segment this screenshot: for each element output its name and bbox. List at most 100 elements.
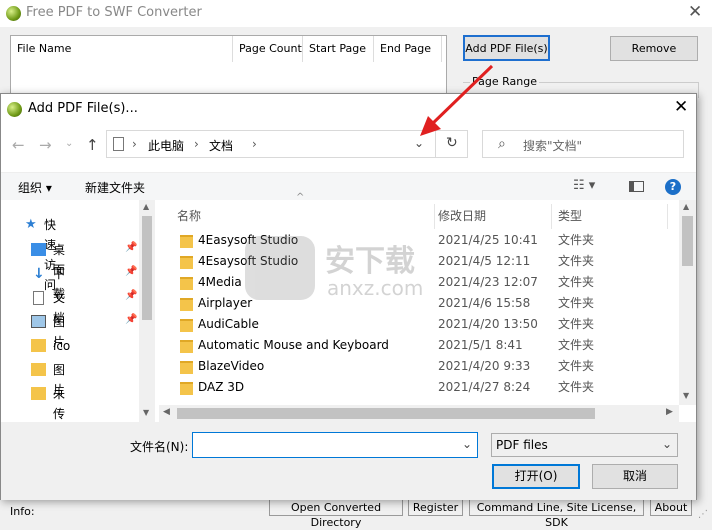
address-bar[interactable]: › 此电脑 › 文档 › ⌄ ↻ xyxy=(106,130,468,158)
file-type: 文件夹 xyxy=(558,380,595,394)
file-type: 文件夹 xyxy=(558,254,595,268)
scroll-down-icon[interactable]: ▼ xyxy=(683,391,689,400)
filename-input[interactable]: ⌄ xyxy=(192,432,478,458)
sort-asc-icon: ^ xyxy=(296,192,305,203)
breadcrumb-separator-icon: › xyxy=(132,137,137,151)
scroll-up-icon[interactable]: ▲ xyxy=(683,202,689,211)
filetype-select[interactable]: PDF files ⌄ xyxy=(491,433,678,457)
folder-icon xyxy=(31,387,46,400)
add-pdf-files-button[interactable]: Add PDF File(s) xyxy=(463,35,550,61)
col-page-count[interactable]: Page Count xyxy=(233,36,303,62)
search-box[interactable]: ⌕ 搜索"文档" xyxy=(482,130,684,158)
nav-upload-folder-label: 未传 xyxy=(53,387,66,421)
vertical-scrollbar[interactable]: ▲ ▼ xyxy=(679,200,696,405)
horizontal-scrollbar[interactable]: ◀ ▶ xyxy=(159,405,679,422)
register-button[interactable]: Register xyxy=(408,499,463,516)
watermark-shield-icon xyxy=(245,236,315,300)
filename-dropdown-chevron-icon[interactable]: ⌄ xyxy=(462,437,472,451)
about-button[interactable]: About xyxy=(650,499,692,516)
dialog-close-icon[interactable]: ✕ xyxy=(674,97,688,117)
folder-icon xyxy=(180,277,193,290)
file-date: 2021/5/1 8:41 xyxy=(438,338,523,352)
horizontal-scroll-thumb[interactable] xyxy=(177,408,595,419)
file-date: 2021/4/27 8:24 xyxy=(438,380,531,394)
picture-icon xyxy=(31,315,46,328)
file-type: 文件夹 xyxy=(558,233,595,247)
folder-icon xyxy=(180,319,193,332)
open-converted-directory-button[interactable]: Open Converted Directory xyxy=(269,499,403,529)
file-date: 2021/4/20 13:50 xyxy=(438,317,538,331)
filetype-dropdown-chevron-icon: ⌄ xyxy=(662,437,673,451)
new-folder-button[interactable]: 新建文件夹 xyxy=(85,179,145,196)
col-date-modified[interactable]: 修改日期 xyxy=(438,204,552,229)
pin-icon[interactable]: 📌 xyxy=(125,290,137,301)
file-name: AudiCable xyxy=(198,317,259,331)
watermark-logo: 安下载 anxz.com xyxy=(245,236,485,306)
navigation-pane[interactable]: ★ 快速访问 桌面 ↓ 下载 文档 图片 ico 图片 未传 📌 📌 📌 📌 xyxy=(1,200,155,422)
main-close-icon[interactable]: ✕ xyxy=(688,2,702,22)
table-row[interactable]: BlazeVideo 2021/4/20 9:33 文件夹 xyxy=(159,356,679,377)
help-icon[interactable]: ? xyxy=(665,179,681,195)
col-file-name[interactable]: File Name xyxy=(11,36,233,62)
organize-menu[interactable]: 组织 ▾ xyxy=(18,179,52,196)
command-line-button[interactable]: Command Line, Site License, SDK xyxy=(469,499,644,529)
scroll-right-icon[interactable]: ▶ xyxy=(666,407,673,417)
app-logo-icon xyxy=(6,6,21,21)
folder-icon xyxy=(31,363,46,376)
document-icon xyxy=(113,137,124,151)
dialog-logo-icon xyxy=(7,102,22,117)
file-type: 文件夹 xyxy=(558,338,595,352)
breadcrumb-documents[interactable]: 文档 xyxy=(209,137,233,154)
file-name: DAZ 3D xyxy=(198,380,245,394)
download-arrow-icon: ↓ xyxy=(33,266,45,282)
star-icon: ★ xyxy=(25,217,37,232)
folder-icon xyxy=(180,256,193,269)
remove-button[interactable]: Remove xyxy=(610,36,698,61)
recent-chevron-icon[interactable]: ⌄ xyxy=(65,138,73,149)
preview-pane-icon[interactable] xyxy=(629,181,644,192)
table-row[interactable]: Automatic Mouse and Keyboard 2021/5/1 8:4… xyxy=(159,335,679,356)
dialog-toolbar: 组织 ▾ 新建文件夹 ☷ ▾ ? xyxy=(1,172,696,200)
up-arrow-icon[interactable]: ↑ xyxy=(86,136,99,154)
file-type: 文件夹 xyxy=(558,275,595,289)
page-range-label: Page Range xyxy=(470,75,539,88)
breadcrumb-separator-icon: › xyxy=(252,137,257,151)
folder-icon xyxy=(180,298,193,311)
col-name[interactable]: 名称 xyxy=(177,204,435,229)
nav-scroll-thumb[interactable] xyxy=(142,216,152,320)
list-item-partial[interactable] xyxy=(159,398,679,402)
document-icon xyxy=(33,291,44,305)
open-button[interactable]: 打开(O) xyxy=(492,464,580,489)
nav-ico-label: ico xyxy=(53,339,71,353)
breadcrumb-separator-icon: › xyxy=(194,137,199,151)
watermark-text: 安下载 xyxy=(325,244,415,279)
table-row[interactable]: DAZ 3D 2021/4/27 8:24 文件夹 xyxy=(159,377,679,398)
forward-arrow-icon[interactable]: → xyxy=(39,136,52,154)
file-type: 文件夹 xyxy=(558,296,595,310)
filename-label: 文件名(N): xyxy=(130,440,189,454)
scroll-up-icon[interactable]: ▲ xyxy=(143,202,149,211)
search-icon: ⌕ xyxy=(498,136,506,152)
col-end-page[interactable]: End Page xyxy=(374,36,442,62)
scroll-left-icon[interactable]: ◀ xyxy=(163,407,170,417)
table-row[interactable]: AudiCable 2021/4/20 13:50 文件夹 xyxy=(159,314,679,335)
cancel-button[interactable]: 取消 xyxy=(592,464,678,489)
breadcrumb-this-pc[interactable]: 此电脑 xyxy=(148,137,184,154)
resize-grip-icon[interactable]: ⋰ xyxy=(698,509,708,520)
folder-icon xyxy=(180,361,193,374)
view-options-icon[interactable]: ☷ ▾ xyxy=(573,178,595,193)
col-type[interactable]: 类型 xyxy=(558,204,668,229)
pin-icon[interactable]: 📌 xyxy=(125,266,137,277)
vertical-scroll-thumb[interactable] xyxy=(682,216,693,266)
pin-icon[interactable]: 📌 xyxy=(125,242,137,253)
pin-icon[interactable]: 📌 xyxy=(125,314,137,325)
refresh-icon[interactable]: ↻ xyxy=(446,135,458,151)
address-dropdown-chevron-icon[interactable]: ⌄ xyxy=(414,136,424,150)
col-start-page[interactable]: Start Page xyxy=(303,36,374,62)
file-name: Automatic Mouse and Keyboard xyxy=(198,338,389,352)
folder-icon xyxy=(180,340,193,353)
scroll-down-icon[interactable]: ▼ xyxy=(143,408,149,417)
info-label: Info: xyxy=(10,505,35,518)
back-arrow-icon[interactable]: ← xyxy=(12,136,25,154)
nav-scrollbar[interactable]: ▲ ▼ xyxy=(139,200,155,422)
